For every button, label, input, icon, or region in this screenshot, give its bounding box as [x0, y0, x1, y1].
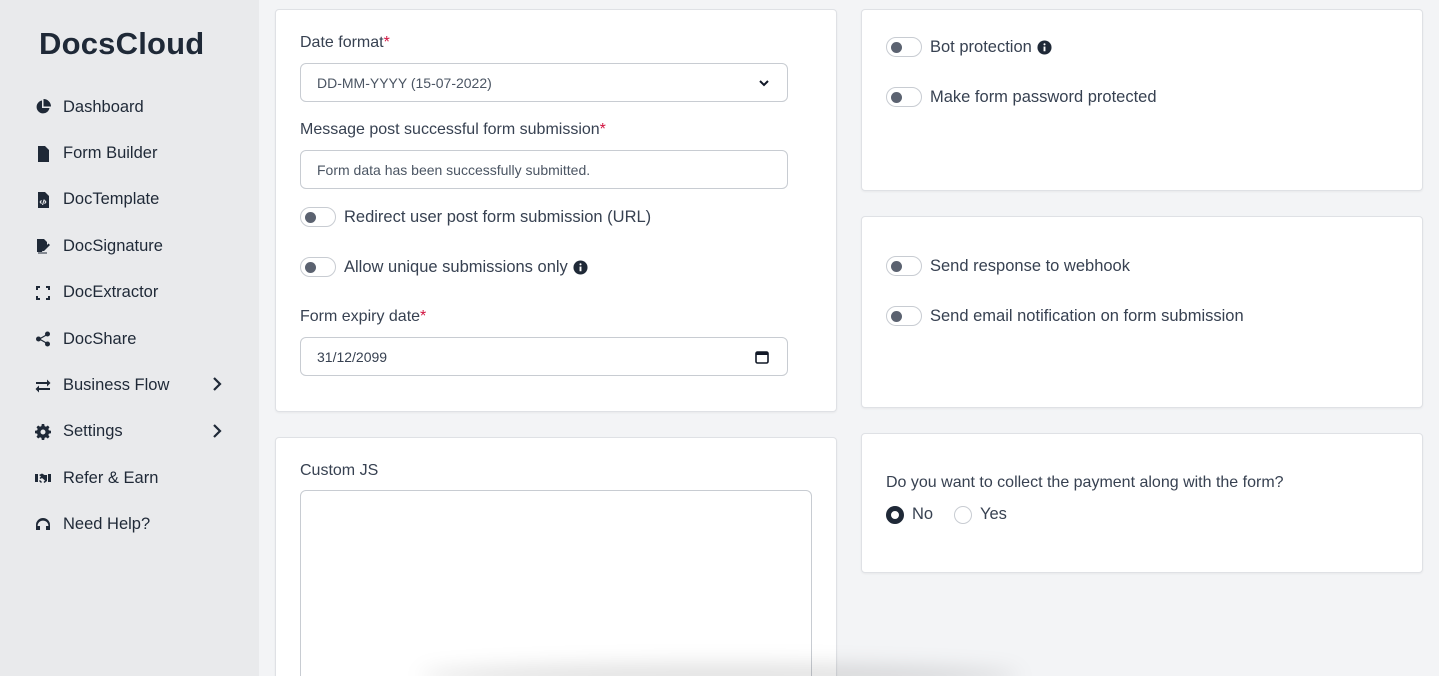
redirect-toggle[interactable] [300, 207, 336, 227]
signature-icon [33, 236, 53, 256]
sidebar-item-label: Need Help? [63, 515, 151, 534]
message-label: Message post successful form submission* [300, 121, 606, 139]
pie-chart-icon [33, 97, 53, 117]
success-message-placeholder: Form data has been successfully submitte… [317, 161, 591, 178]
sidebar-item-label: DocTemplate [63, 190, 160, 209]
chevron-right-icon[interactable] [211, 423, 225, 440]
webhook-label: Send response to webhook [930, 256, 1130, 275]
sidebar-item-dashboard[interactable]: Dashboard [33, 84, 233, 130]
custom-js-card: Custom JS [275, 437, 837, 676]
handshake-icon [33, 468, 53, 488]
unique-toggle-row: Allow unique submissions only [300, 257, 588, 277]
expiry-label: Form expiry date* [300, 308, 426, 326]
calendar-icon[interactable] [755, 350, 769, 364]
sidebar-item-need-help[interactable]: Need Help? [33, 502, 233, 548]
custom-js-textarea[interactable] [300, 490, 812, 676]
sidebar-item-label: DocExtractor [63, 283, 159, 302]
sidebar-item-label: Business Flow [63, 376, 170, 395]
payment-radio-yes[interactable] [954, 505, 972, 524]
password-protect-toggle[interactable] [886, 87, 922, 107]
payment-option-yes-label: Yes [980, 505, 1007, 523]
expiry-label-text: Form expiry date [300, 308, 421, 325]
sidebar-nav: Dashboard Form Builder DocTemplate DocSi… [33, 84, 233, 548]
date-format-label-text: Date format [300, 34, 384, 51]
email-notification-label: Send email notification on form submissi… [930, 306, 1244, 325]
payment-card: Do you want to collect the payment along… [861, 433, 1423, 573]
bot-protection-label: Bot protection [930, 37, 1032, 56]
sidebar-item-doctemplate[interactable]: DocTemplate [33, 177, 233, 223]
required-mark: * [383, 34, 390, 51]
redirect-label: Redirect user post form submission (URL) [344, 207, 652, 226]
custom-js-label: Custom JS [300, 462, 379, 479]
webhook-toggle-row: Send response to webhook [886, 256, 1130, 276]
redirect-toggle-row: Redirect user post form submission (URL) [300, 207, 651, 227]
form-settings-card: Date format* DD-MM-YYYY (15-07-2022) Mes… [275, 9, 837, 412]
scan-icon [33, 283, 53, 303]
email-notification-toggle[interactable] [886, 306, 922, 326]
date-format-select[interactable]: DD-MM-YYYY (15-07-2022) [300, 63, 788, 102]
sidebar-item-label: DocSignature [63, 236, 163, 255]
chevron-right-icon[interactable] [211, 377, 225, 393]
password-toggle-row: Make form password protected [886, 87, 1157, 107]
sidebar-item-form-builder[interactable]: Form Builder [33, 130, 233, 176]
info-icon[interactable] [573, 259, 588, 275]
sidebar-item-settings[interactable]: Settings [33, 409, 233, 455]
unique-submissions-toggle[interactable] [300, 257, 336, 277]
headset-icon [33, 515, 53, 535]
sidebar-item-label: Refer & Earn [63, 468, 159, 487]
required-mark: * [599, 121, 606, 138]
sidebar-item-refer-earn[interactable]: Refer & Earn [33, 455, 233, 501]
integrations-card: Send response to webhook Send email noti… [861, 216, 1423, 408]
sidebar: DocsCloud Dashboard Form Builder DocTemp… [0, 0, 259, 676]
date-format-label: Date format* [300, 34, 390, 52]
sidebar-item-business-flow[interactable]: Business Flow [33, 362, 233, 408]
payment-question: Do you want to collect the payment along… [886, 474, 1284, 491]
expiry-date-value: 31/12/2099 [317, 348, 388, 365]
payment-option-no-label: No [912, 505, 934, 523]
sidebar-item-docsignature[interactable]: DocSignature [33, 223, 233, 269]
date-format-value: DD-MM-YYYY (15-07-2022) [317, 74, 492, 91]
payment-option-no[interactable]: No [886, 505, 933, 524]
bot-toggle-row: Bot protection [886, 37, 1052, 57]
share-icon [33, 329, 53, 349]
sidebar-item-label: DocShare [63, 329, 137, 348]
sidebar-item-label: Dashboard [63, 97, 144, 116]
password-protect-label: Make form password protected [930, 87, 1157, 106]
payment-option-yes[interactable]: Yes [954, 505, 1007, 524]
email-toggle-row: Send email notification on form submissi… [886, 306, 1244, 326]
message-label-text: Message post successful form submission [300, 121, 600, 138]
expiry-date-input[interactable]: 31/12/2099 [300, 337, 788, 376]
file-code-icon [33, 190, 53, 210]
sidebar-item-label: Settings [63, 422, 123, 441]
payment-radio-no[interactable] [886, 505, 904, 524]
chevron-down-icon [757, 76, 771, 90]
info-icon[interactable] [1037, 39, 1052, 55]
success-message-input[interactable]: Form data has been successfully submitte… [300, 150, 788, 189]
webhook-toggle[interactable] [886, 256, 922, 276]
file-text-icon [33, 144, 53, 164]
sidebar-item-docshare[interactable]: DocShare [33, 316, 233, 362]
arrows-exchange-icon [33, 376, 53, 396]
brand-logo[interactable]: DocsCloud [39, 26, 204, 62]
bot-protection-toggle[interactable] [886, 37, 922, 57]
gear-icon [33, 422, 53, 442]
security-card: Bot protection Make form password protec… [861, 9, 1423, 191]
sidebar-item-docextractor[interactable]: DocExtractor [33, 270, 233, 316]
unique-submissions-label: Allow unique submissions only [344, 257, 568, 276]
sidebar-item-label: Form Builder [63, 144, 158, 163]
required-mark: * [420, 308, 427, 325]
